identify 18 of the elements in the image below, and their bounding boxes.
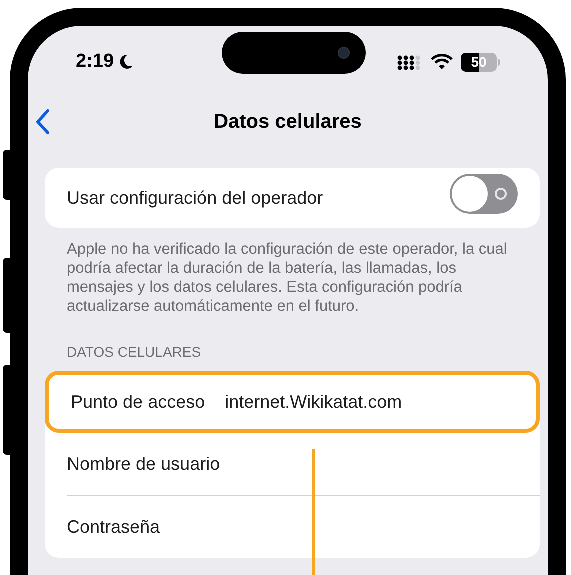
setting-label: Usar configuración del operador [67, 186, 324, 210]
footer-note: Apple no ha verificado la configuración de este operador, la cual podría afectar la duración de la batería, las llamadas, los mensajes y los datos celulares. Esta configuración podría actualizarse automáticamente en el futuro. [66, 240, 508, 316]
field-label: Contraseña [67, 516, 160, 538]
battery-indicator: 50 [461, 52, 500, 72]
status-time: 2:19 [76, 50, 114, 74]
screen-title: Datos celulares [214, 110, 362, 135]
field-value[interactable]: internet.Wikikatat.com [225, 388, 402, 416]
field-label: Nombre de usuario [67, 452, 220, 476]
settings-row[interactable]: Punto de acceso internet.Wikikatat.com [45, 371, 540, 433]
section-header: DATOS CELULARES [66, 343, 202, 362]
settings-row[interactable]: Nombre de usuario [45, 433, 540, 495]
wifi-icon [431, 54, 453, 70]
field-label: Punto de acceso [71, 390, 206, 414]
back-chevron-icon[interactable] [36, 109, 50, 135]
settings-row[interactable]: Contraseña [45, 496, 540, 558]
toggle-switch[interactable] [450, 174, 518, 214]
signal-icon [397, 54, 423, 70]
moon-icon [118, 54, 134, 70]
